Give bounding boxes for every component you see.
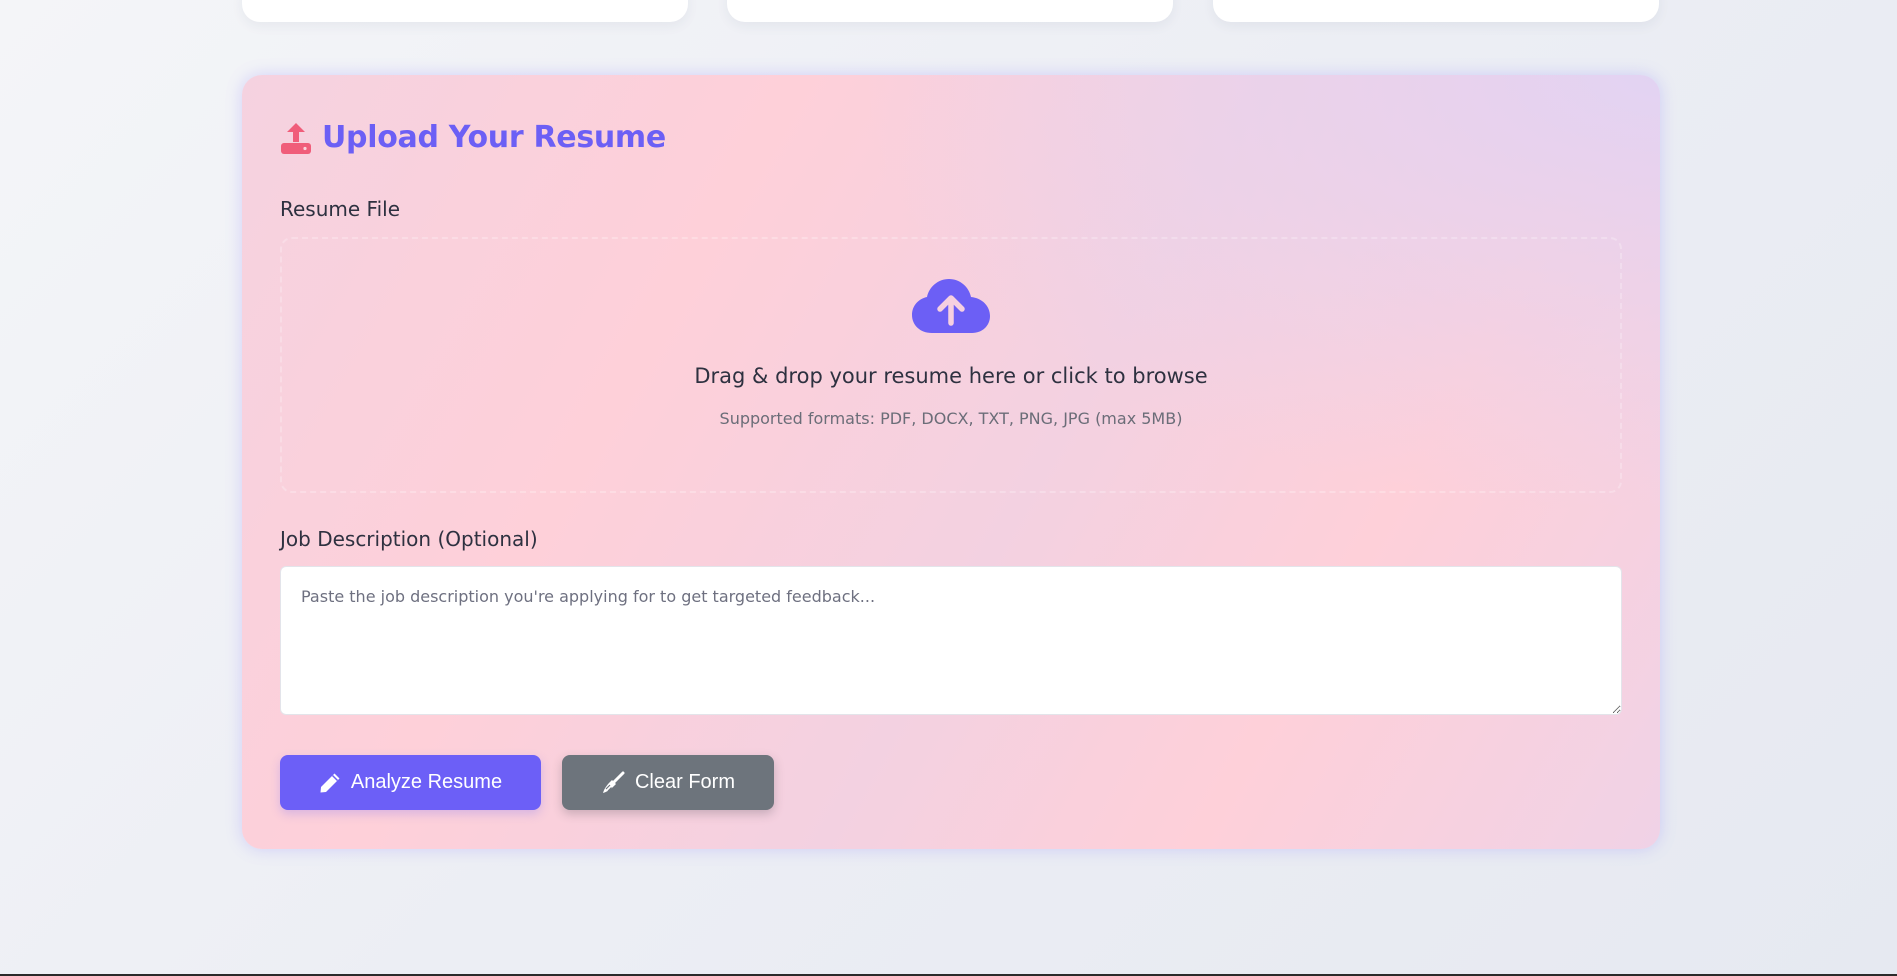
top-card-1 [242,0,688,22]
pencil-icon [319,772,341,794]
broom-icon [601,771,625,795]
analyze-button-label: Analyze Resume [350,771,503,793]
resume-dropzone[interactable]: Drag & drop your resume here or click to… [280,237,1622,493]
card-title: Upload Your Resume [280,120,666,155]
dropzone-formats-text: Supported formats: PDF, DOCX, TXT, PNG, … [719,409,1183,428]
job-description-label: Job Description (Optional) [280,527,538,551]
analyze-resume-button[interactable]: Analyze Resume [280,755,541,810]
upload-icon [280,121,312,155]
dropzone-main-text: Drag & drop your resume here or click to… [694,364,1208,388]
upload-resume-card: Upload Your Resume Resume File Drag & dr… [242,75,1660,849]
clear-form-button[interactable]: Clear Form [562,755,774,810]
top-cards-row [242,0,1660,22]
resume-file-label: Resume File [280,197,401,221]
clear-button-label: Clear Form [634,771,735,793]
top-card-2 [727,0,1173,22]
page-title: Upload Your Resume [322,120,666,155]
top-card-3 [1213,0,1659,22]
job-description-input[interactable] [280,566,1622,715]
